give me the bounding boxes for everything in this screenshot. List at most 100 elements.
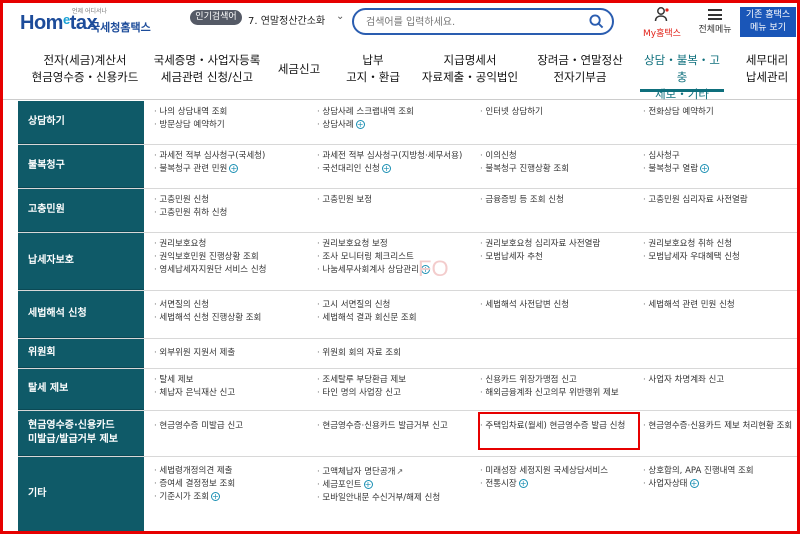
- plus-circle-icon[interactable]: +: [355, 120, 365, 129]
- row-category: 위원회: [18, 339, 144, 368]
- menu-link[interactable]: 고충민원 신청: [154, 194, 317, 207]
- row-category: 불복청구: [18, 145, 144, 188]
- row-category: 세법해석 신청: [18, 291, 144, 338]
- menu-link[interactable]: 모범납세자 추천: [480, 251, 643, 264]
- menu-link[interactable]: 신용카드 위장가맹점 신고: [480, 374, 643, 387]
- table-row: 기타 세법령개정의견 제출증여세 결정정보 조회기준시가 조회+ 고액체납자 명…: [18, 457, 800, 533]
- menu-link[interactable]: 이의신청: [480, 150, 643, 163]
- menu-link[interactable]: 불복청구 관련 민원+: [154, 163, 317, 176]
- row-category: 현금영수증·신용카드 미발급/발급거부 제보: [18, 411, 144, 456]
- table-row: 고충민원 고충민원 신청고충민원 취하 신청 고충민원 보정 금융증빙 등 조회…: [18, 189, 800, 233]
- menu-link[interactable]: 상담사례+: [317, 119, 480, 132]
- user-icon: [654, 7, 669, 22]
- search-icon[interactable]: [589, 14, 604, 29]
- menu-link[interactable]: 모바일안내문 수신거부/해제 신청: [317, 492, 480, 505]
- plus-circle-icon[interactable]: +: [229, 164, 239, 173]
- menu-link[interactable]: 인터넷 상담하기: [480, 106, 643, 119]
- menu-link[interactable]: 불복청구 열람+: [643, 163, 800, 176]
- menu-link[interactable]: 서면질의 신청: [154, 299, 317, 312]
- menu-link[interactable]: 세법해석 사전답변 신청: [480, 299, 643, 312]
- menu-link[interactable]: 사업자 차명계좌 신고: [643, 374, 800, 387]
- menu-link[interactable]: 금융증빙 등 조회 신청: [480, 194, 643, 207]
- plus-circle-icon[interactable]: +: [211, 492, 221, 501]
- chevron-down-icon[interactable]: ⌄: [336, 11, 344, 22]
- table-row: 상담하기 나의 상담내역 조회방문상담 예약하기 상담사례 스크랩내역 조회상담…: [18, 101, 800, 145]
- menu-link[interactable]: 세법령개정의견 제출: [154, 465, 317, 478]
- menu-link[interactable]: 기준시가 조회+: [154, 491, 317, 504]
- menu-link[interactable]: 나눔세무사회계사 상담관리+: [317, 264, 480, 277]
- plus-circle-icon[interactable]: +: [518, 479, 528, 488]
- menu-link[interactable]: 과세전 적부 심사청구(지방청·세무서용): [317, 150, 480, 163]
- menu-link[interactable]: 심사청구: [643, 150, 800, 163]
- menu-link[interactable]: 영세납세자지원단 서비스 신청: [154, 264, 317, 277]
- gnb-tax-return[interactable]: 세금신고: [270, 61, 328, 101]
- menu-link[interactable]: 세법해석 결과 회신문 조회: [317, 312, 480, 325]
- plus-circle-icon[interactable]: +: [689, 479, 699, 488]
- menu-link[interactable]: 상담사례 스크랩내역 조회: [317, 106, 480, 119]
- menu-link[interactable]: 증여세 결정정보 조회: [154, 478, 317, 491]
- plus-circle-icon[interactable]: +: [363, 480, 373, 489]
- legacy-menu-button[interactable]: 기존 홈택스 메뉴 보기: [740, 7, 796, 37]
- menu-link[interactable]: 현금영수증·신용카드 제보 처리현황 조회: [643, 420, 800, 433]
- menu-link[interactable]: 고충민원 취하 신청: [154, 207, 317, 220]
- logo-wordmark: Hometax: [20, 12, 98, 34]
- menu-link[interactable]: 조세탈루 부당환급 제보: [317, 374, 480, 387]
- menu-link[interactable]: 고충민원 심리자료 사전열람: [643, 194, 800, 207]
- gnb-counseling[interactable]: 상담・불복・고충 제보・기타: [640, 52, 724, 101]
- menu-link[interactable]: 전통시장+: [480, 478, 643, 491]
- legacy-menu-line2: 메뉴 보기: [750, 23, 786, 33]
- menu-link[interactable]: 체납자 은닉재산 신고: [154, 387, 317, 400]
- menu-link[interactable]: 과세전 적부 심사청구(국세청): [154, 150, 317, 163]
- menu-link[interactable]: 세금포인트+: [317, 479, 480, 492]
- top-bar: 언제 어디서나 Hometax 국세청홈택스 인기검색어 7. 연말정산간소화 …: [0, 0, 800, 42]
- menu-link[interactable]: 조사 모니터링 체크리스트: [317, 251, 480, 264]
- menu-link[interactable]: 고충민원 보정: [317, 194, 480, 207]
- menu-link[interactable]: 탈세 제보: [154, 374, 317, 387]
- gnb-tax-agent[interactable]: 세무대리 납세관리: [738, 52, 796, 92]
- menu-link[interactable]: 나의 상담내역 조회: [154, 106, 317, 119]
- all-menu-button[interactable]: 전체메뉴: [692, 6, 738, 35]
- menu-link[interactable]: 불복청구 진행상황 조회: [480, 163, 643, 176]
- popular-search-item[interactable]: 7. 연말정산간소화: [248, 12, 325, 27]
- menu-link[interactable]: 현금영수증 미발급 신고: [154, 420, 317, 433]
- menu-link[interactable]: 국선대리인 신청+: [317, 163, 480, 176]
- menu-link[interactable]: 사업자상태+: [643, 478, 800, 491]
- search-box: [352, 8, 614, 35]
- menu-link[interactable]: 권리보호요청 보정: [317, 238, 480, 251]
- table-row: 불복청구 과세전 적부 심사청구(국세청)불복청구 관련 민원+ 과세전 적부 …: [18, 145, 800, 189]
- row-category: 납세자보호: [18, 233, 144, 290]
- my-hometax-button[interactable]: My홈택스: [640, 6, 684, 39]
- gnb-certificates[interactable]: 국세증명・사업자등록 세금관련 신청/신고: [152, 52, 262, 92]
- plus-circle-icon[interactable]: +: [700, 164, 710, 173]
- menu-link[interactable]: 모범납세자 우대혜택 신청: [643, 251, 800, 264]
- gnb-e-invoice[interactable]: 전자(세금)계산서 현금영수증・신용카드: [30, 52, 140, 92]
- all-menu-label: 전체메뉴: [698, 25, 732, 35]
- gnb-payment[interactable]: 납부 고지・환급: [340, 52, 406, 92]
- highlight-box: [478, 412, 640, 450]
- menu-link[interactable]: 미래성장 세정지원 국세상담서비스: [480, 465, 643, 478]
- search-input[interactable]: [366, 14, 576, 30]
- menu-link[interactable]: 세법해석 신청 진행상황 조회: [154, 312, 317, 325]
- table-row: 탈세 제보 탈세 제보체납자 은닉재산 신고 조세탈루 부당환급 제보타인 명의…: [18, 369, 800, 411]
- hometax-logo[interactable]: 언제 어디서나 Hometax 국세청홈택스: [20, 6, 160, 36]
- menu-link[interactable]: 현금영수증·신용카드 발급거부 신고: [317, 420, 480, 433]
- menu-link[interactable]: 권리보호요청 심리자료 사전열람: [480, 238, 643, 251]
- menu-link[interactable]: 고시 서면질의 신청: [317, 299, 480, 312]
- table-row: 납세자보호 권리보호요청권익보호민원 진행상황 조회영세납세자지원단 서비스 신…: [18, 233, 800, 291]
- menu-link[interactable]: 해외금융계좌 신고의무 위반행위 제보: [480, 387, 643, 400]
- menu-link[interactable]: 상호합의, APA 진행내역 조회: [643, 465, 800, 478]
- plus-circle-icon[interactable]: +: [381, 164, 391, 173]
- menu-link[interactable]: 고액체납자 명단공개↗: [317, 465, 480, 479]
- menu-link[interactable]: 외부위원 지원서 제출: [154, 347, 317, 360]
- menu-link[interactable]: 전화상담 예약하기: [643, 106, 800, 119]
- menu-link[interactable]: 방문상담 예약하기: [154, 119, 317, 132]
- gnb-payment-statement[interactable]: 지급명세서 자료제출・공익법인: [418, 52, 522, 92]
- row-category: 상담하기: [18, 101, 144, 144]
- menu-link[interactable]: 권리보호요청: [154, 238, 317, 251]
- menu-link[interactable]: 타인 명의 사업장 신고: [317, 387, 480, 400]
- menu-link[interactable]: 세법해석 관련 민원 신청: [643, 299, 800, 312]
- menu-link[interactable]: 권리보호요청 취하 신청: [643, 238, 800, 251]
- menu-link[interactable]: 권익보호민원 진행상황 조회: [154, 251, 317, 264]
- gnb-incentive[interactable]: 장려금・연말정산 전자기부금: [530, 52, 630, 92]
- menu-link[interactable]: 위원회 회의 자료 조회: [317, 347, 480, 360]
